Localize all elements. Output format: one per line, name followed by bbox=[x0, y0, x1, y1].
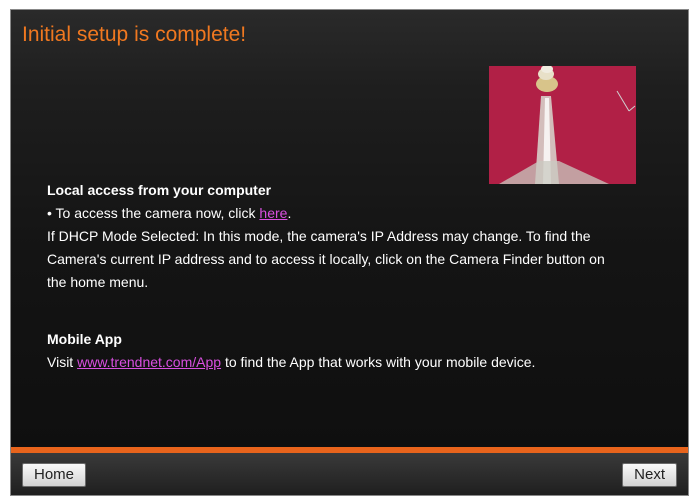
mobile-app-line: Visit www.trendnet.com/App to find the A… bbox=[47, 351, 647, 374]
here-link[interactable]: here bbox=[259, 205, 287, 221]
mobile-app-suffix: to find the App that works with your mob… bbox=[221, 354, 536, 370]
content-area: Initial setup is complete! Local access … bbox=[11, 10, 688, 447]
next-button[interactable]: Next bbox=[622, 463, 677, 487]
home-button[interactable]: Home bbox=[22, 463, 87, 487]
access-camera-line: • To access the camera now, click here. bbox=[47, 202, 647, 225]
camera-preview bbox=[489, 66, 636, 184]
trendnet-app-link[interactable]: www.trendnet.com/App bbox=[77, 354, 221, 370]
camera-preview-image bbox=[489, 66, 636, 184]
dhcp-line-3: the home menu. bbox=[47, 274, 149, 290]
access-camera-suffix: . bbox=[287, 205, 292, 221]
page-title: Initial setup is complete! bbox=[22, 23, 247, 46]
footer-bar: Home Next bbox=[11, 453, 688, 495]
mobile-app-prefix: Visit bbox=[47, 354, 78, 370]
dhcp-line-2: Camera's current IP address and to acces… bbox=[47, 251, 605, 267]
local-access-heading: Local access from your computer bbox=[47, 182, 272, 198]
access-camera-prefix: • To access the camera now, click bbox=[47, 205, 260, 221]
setup-complete-panel: Initial setup is complete! Local access … bbox=[10, 9, 689, 496]
mobile-app-heading: Mobile App bbox=[47, 331, 122, 347]
dhcp-line-1: If DHCP Mode Selected: In this mode, the… bbox=[47, 228, 591, 244]
